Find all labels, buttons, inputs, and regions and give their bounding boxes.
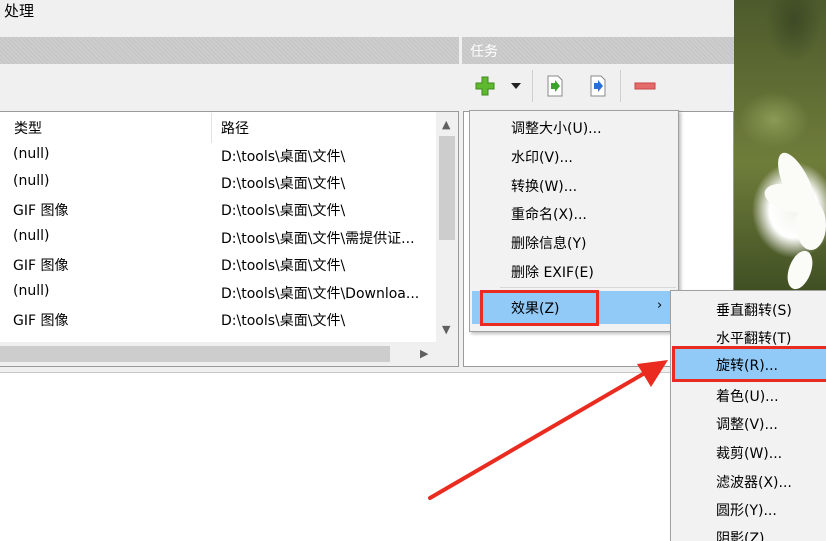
add-task-dropdown[interactable] (505, 72, 527, 100)
dropdown-arrow-icon (511, 83, 521, 89)
table-row-path[interactable]: D:\tools\桌面\文件\Downloa... (221, 283, 419, 303)
table-row-type[interactable]: (null) (13, 146, 49, 162)
scroll-up-icon[interactable]: ▲ (442, 118, 450, 131)
menu-item-convert[interactable]: 转换(W)... (511, 176, 577, 196)
menu-item-remove-info[interactable]: 删除信息(Y) (511, 233, 586, 253)
toolbar-separator (620, 70, 621, 102)
menu-item-adjust[interactable]: 调整(V)... (716, 414, 778, 434)
menu-item-colorize[interactable]: 着色(U)... (716, 386, 779, 406)
table-row-type[interactable]: GIF 图像 (13, 200, 68, 220)
annotation-highlight-box (480, 290, 599, 326)
import-icon (547, 75, 563, 97)
toolbar-separator (532, 70, 533, 102)
table-row-path[interactable]: D:\tools\桌面\文件\ (221, 173, 345, 193)
menu-item-round[interactable]: 圆形(Y)... (716, 500, 777, 520)
vertical-scroll-thumb[interactable] (439, 136, 455, 240)
horizontal-scroll-thumb[interactable] (0, 346, 390, 362)
add-task-button[interactable] (472, 72, 498, 100)
window-title: 处理 (4, 2, 35, 20)
menu-item-flip-vertical[interactable]: 垂直翻转(S) (716, 300, 792, 320)
table-row-type[interactable]: GIF 图像 (13, 310, 68, 330)
menu-item-filter[interactable]: 滤波器(X)... (716, 472, 792, 492)
scroll-down-icon[interactable]: ▼ (442, 323, 450, 336)
table-row-path[interactable]: D:\tools\桌面\文件\ (221, 146, 345, 166)
annotation-highlight-box (672, 346, 826, 382)
remove-task-icon (634, 82, 656, 90)
table-row-path[interactable]: D:\tools\桌面\文件\ (221, 200, 345, 220)
column-header-type[interactable]: 类型 (14, 118, 42, 138)
menu-item-crop[interactable]: 裁剪(W)... (716, 443, 782, 463)
menu-item-resize[interactable]: 调整大小(U)... (511, 118, 602, 138)
table-row-path[interactable]: D:\tools\桌面\文件\需提供证... (221, 228, 415, 248)
export-button[interactable] (585, 72, 611, 100)
submenu-arrow-icon: › (657, 298, 663, 313)
table-row-type[interactable]: (null) (13, 173, 49, 189)
flower-petal (796, 200, 826, 250)
table-row-type[interactable]: GIF 图像 (13, 255, 68, 275)
table-row-type[interactable]: (null) (13, 283, 49, 299)
annotation-arrow (428, 360, 668, 500)
menu-item-remove-exif[interactable]: 删除 EXIF(E) (511, 262, 594, 282)
column-divider[interactable] (211, 113, 212, 143)
remove-task-button[interactable] (632, 72, 658, 100)
menu-item-shadow[interactable]: 阴影(Z) (716, 528, 765, 541)
task-panel-title: 任务 (470, 44, 498, 60)
table-row-path[interactable]: D:\tools\桌面\文件\ (221, 255, 345, 275)
menu-item-rename[interactable]: 重命名(X)... (511, 204, 587, 224)
menu-item-flip-horizontal[interactable]: 水平翻转(T) (716, 328, 791, 348)
flower-petal (782, 247, 818, 293)
column-header-path[interactable]: 路径 (221, 118, 249, 138)
add-task-icon (475, 76, 495, 96)
export-icon (590, 75, 606, 97)
menu-item-watermark[interactable]: 水印(V)... (511, 147, 573, 167)
task-header-bar (462, 37, 734, 64)
table-row-type[interactable]: (null) (13, 228, 49, 244)
context-menu: 调整大小(U)... 水印(V)... 转换(W)... 重命名(X)... 删… (469, 110, 679, 332)
menu-separator (500, 287, 676, 288)
table-row-path[interactable]: D:\tools\桌面\文件\ (221, 310, 345, 330)
import-button[interactable] (542, 72, 568, 100)
effects-submenu: 垂直翻转(S) 水平翻转(T) 旋转(R)... 着色(U)... 调整(V).… (670, 290, 826, 541)
file-list-header-bar (0, 37, 459, 64)
